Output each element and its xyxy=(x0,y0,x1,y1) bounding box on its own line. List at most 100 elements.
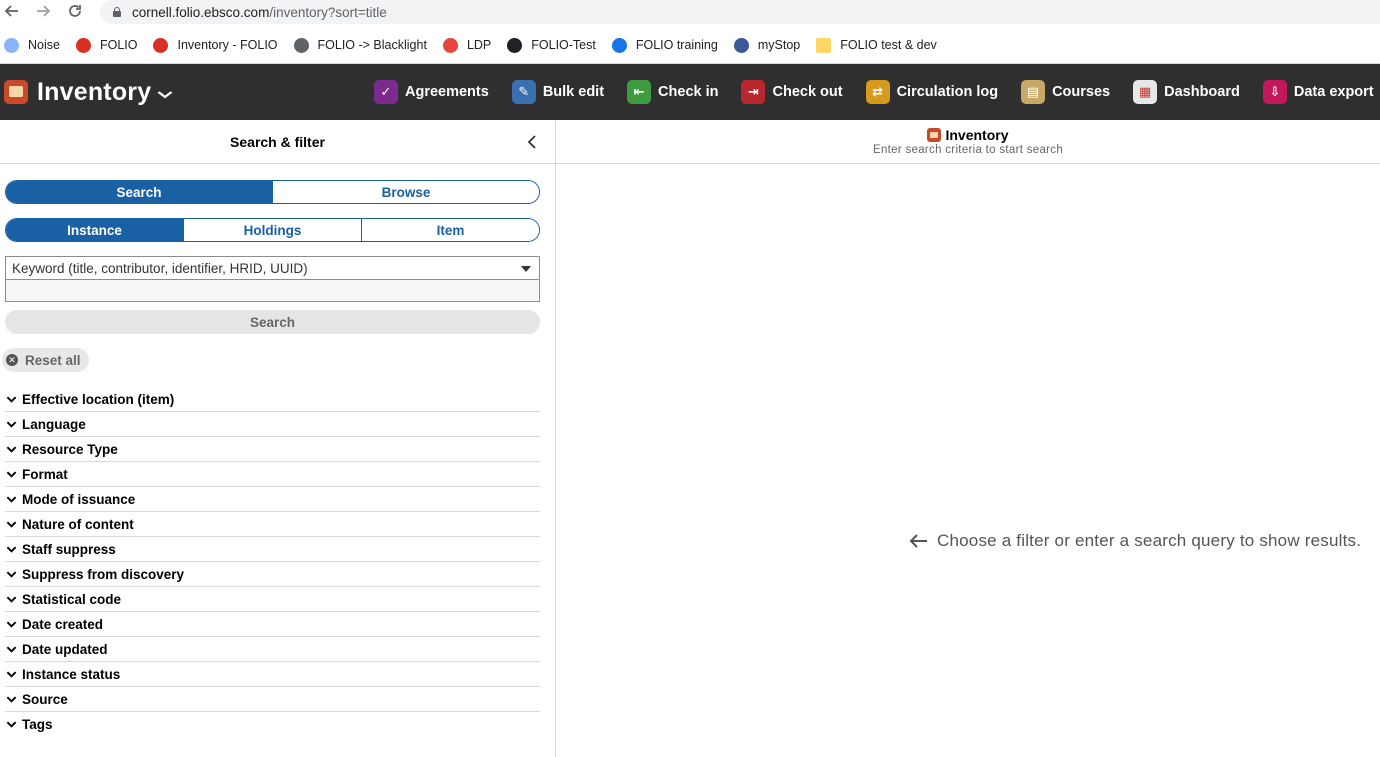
filter-accordion[interactable]: Instance status xyxy=(5,662,540,687)
search-option-value: Keyword (title, contributor, identifier,… xyxy=(12,260,308,276)
filter-label: Mode of issuance xyxy=(22,491,136,507)
filter-label: Effective location (item) xyxy=(22,391,175,407)
chevron-down-icon xyxy=(157,87,174,102)
bookmark-label: FOLIO -> Blacklight xyxy=(317,38,427,52)
search-input[interactable] xyxy=(5,279,540,302)
filter-label: Statistical code xyxy=(22,591,122,607)
gear-icon xyxy=(507,37,523,53)
filter-accordion[interactable]: Effective location (item) xyxy=(5,387,540,412)
collapse-pane-button[interactable] xyxy=(523,133,541,151)
nav-check-out[interactable]: ⇥ Check out xyxy=(741,80,843,104)
filter-accordion[interactable]: Nature of content xyxy=(5,512,540,537)
main-area: Search & filter Search Browse Instance H… xyxy=(0,121,1380,757)
filter-accordion[interactable]: Staff suppress xyxy=(5,537,540,562)
bookmark-item[interactable]: LDP xyxy=(442,37,492,53)
bookmark-label: FOLIO training xyxy=(635,38,718,52)
search-button[interactable]: Search xyxy=(5,310,540,334)
holdings-tab[interactable]: Holdings xyxy=(184,219,362,241)
filter-accordion[interactable]: Mode of issuance xyxy=(5,487,540,512)
nav-label: Check out xyxy=(772,84,843,100)
filter-accordion[interactable]: Source xyxy=(5,687,540,712)
bookmark-label: Noise xyxy=(28,38,60,52)
chevron-down-icon xyxy=(5,493,17,505)
nav-label: Circulation log xyxy=(896,84,999,100)
bookmark-item[interactable]: myStop xyxy=(733,37,800,53)
forward-arrow-icon[interactable] xyxy=(33,1,53,21)
filter-accordion[interactable]: Date created xyxy=(5,612,540,637)
app-switcher[interactable]: Inventory xyxy=(0,77,174,107)
address-bar[interactable]: cornell.folio.ebsco.com/inventory?sort=t… xyxy=(100,0,1380,24)
nav-bulk-edit[interactable]: ✎ Bulk edit xyxy=(511,80,604,104)
filter-accordion[interactable]: Format xyxy=(5,462,540,487)
chevron-down-icon xyxy=(5,543,17,555)
chevron-down-icon xyxy=(5,719,17,731)
agreements-icon: ✓ xyxy=(374,80,398,104)
filter-label: Resource Type xyxy=(22,441,118,457)
filter-label: Language xyxy=(22,416,86,432)
nav-circulation-log[interactable]: ⇄ Circulation log xyxy=(865,80,999,104)
bookmark-item[interactable]: FOLIO xyxy=(75,37,137,53)
reset-label: Reset all xyxy=(25,352,81,368)
folder-icon xyxy=(816,37,832,53)
nav-data-export[interactable]: ⇩ Data export xyxy=(1262,80,1374,104)
browse-tab[interactable]: Browse xyxy=(273,181,539,203)
filter-label: Instance status xyxy=(22,666,121,682)
bookmark-label: LDP xyxy=(466,38,492,52)
bookmark-item[interactable]: Inventory - FOLIO xyxy=(153,37,278,53)
inventory-app-icon xyxy=(4,80,28,104)
bookmark-label: FOLIO test & dev xyxy=(840,38,937,52)
filter-label: Staff suppress xyxy=(22,541,116,557)
filter-accordion[interactable]: Language xyxy=(5,412,540,437)
nav-dashboard[interactable]: ▦ Dashboard xyxy=(1133,80,1240,104)
bookmark-item[interactable]: FOLIO training xyxy=(611,37,718,53)
filter-accordion-list: Effective location (item) Language Resourc… xyxy=(5,387,540,737)
app-header: Inventory ✓ Agreements ✎ Bulk edit ⇤ Check in… xyxy=(0,64,1380,120)
instance-tab[interactable]: Instance xyxy=(6,219,184,241)
browser-toolbar: cornell.folio.ebsco.com/inventory?sort=t… xyxy=(0,0,1380,27)
filter-label: Date created xyxy=(22,616,104,632)
dashboard-icon: ▦ xyxy=(1133,80,1158,104)
app-title: Inventory xyxy=(37,77,152,106)
nav-label: Check in xyxy=(658,84,719,100)
filter-label: Source xyxy=(22,691,68,707)
bookmark-item[interactable]: FOLIO test & dev xyxy=(816,37,937,53)
search-browse-toggle: Search Browse xyxy=(5,180,540,204)
filter-accordion[interactable]: Suppress from discovery xyxy=(5,562,540,587)
filter-accordion[interactable]: Date updated xyxy=(5,637,540,662)
folio-gear-icon xyxy=(75,37,91,53)
item-tab[interactable]: Item xyxy=(362,219,539,241)
app-nav: ✓ Agreements ✎ Bulk edit ⇤ Check in ⇥ Check out… xyxy=(374,64,1380,120)
mystop-icon xyxy=(733,37,749,53)
pane-title: Search & filter xyxy=(230,134,325,150)
nav-label: Data export xyxy=(1293,84,1374,100)
check-out-icon: ⇥ xyxy=(741,80,766,104)
chevron-down-icon xyxy=(5,468,17,480)
filter-accordion[interactable]: Tags xyxy=(5,712,540,737)
nav-label: Dashboard xyxy=(1164,84,1240,100)
lock-icon xyxy=(112,7,122,17)
nav-courses[interactable]: ▤ Courses xyxy=(1021,80,1110,104)
bookmark-item[interactable]: Noise xyxy=(4,37,60,53)
chevron-down-icon xyxy=(5,618,17,630)
empty-results-message: Choose a filter or enter a search query … xyxy=(908,531,1361,551)
search-option-select[interactable]: Keyword (title, contributor, identifier,… xyxy=(5,256,540,280)
globe-icon xyxy=(293,37,309,53)
reload-icon[interactable] xyxy=(65,1,85,21)
folio-gear-icon xyxy=(153,37,169,53)
nav-check-in[interactable]: ⇤ Check in xyxy=(627,80,718,104)
filter-accordion[interactable]: Resource Type xyxy=(5,437,540,462)
reset-all-button[interactable]: ✕ Reset all xyxy=(2,348,89,372)
search-filter-pane: Search & filter Search Browse Instance H… xyxy=(0,121,556,757)
nav-agreements[interactable]: ✓ Agreements xyxy=(374,80,489,104)
back-arrow-icon[interactable] xyxy=(2,1,22,21)
results-pane-title: Inventory xyxy=(945,126,1009,143)
chevron-down-icon xyxy=(5,443,17,455)
bookmark-item[interactable]: FOLIO-Test xyxy=(507,37,596,53)
filter-accordion[interactable]: Statistical code xyxy=(5,587,540,612)
search-tab[interactable]: Search xyxy=(6,181,273,203)
filter-label: Suppress from discovery xyxy=(22,566,185,582)
url-host: cornell.folio.ebsco.com xyxy=(132,4,270,20)
bookmark-item[interactable]: FOLIO -> Blacklight xyxy=(293,37,427,53)
nav-label: Agreements xyxy=(405,84,489,100)
url-path: /inventory?sort=title xyxy=(269,4,387,20)
